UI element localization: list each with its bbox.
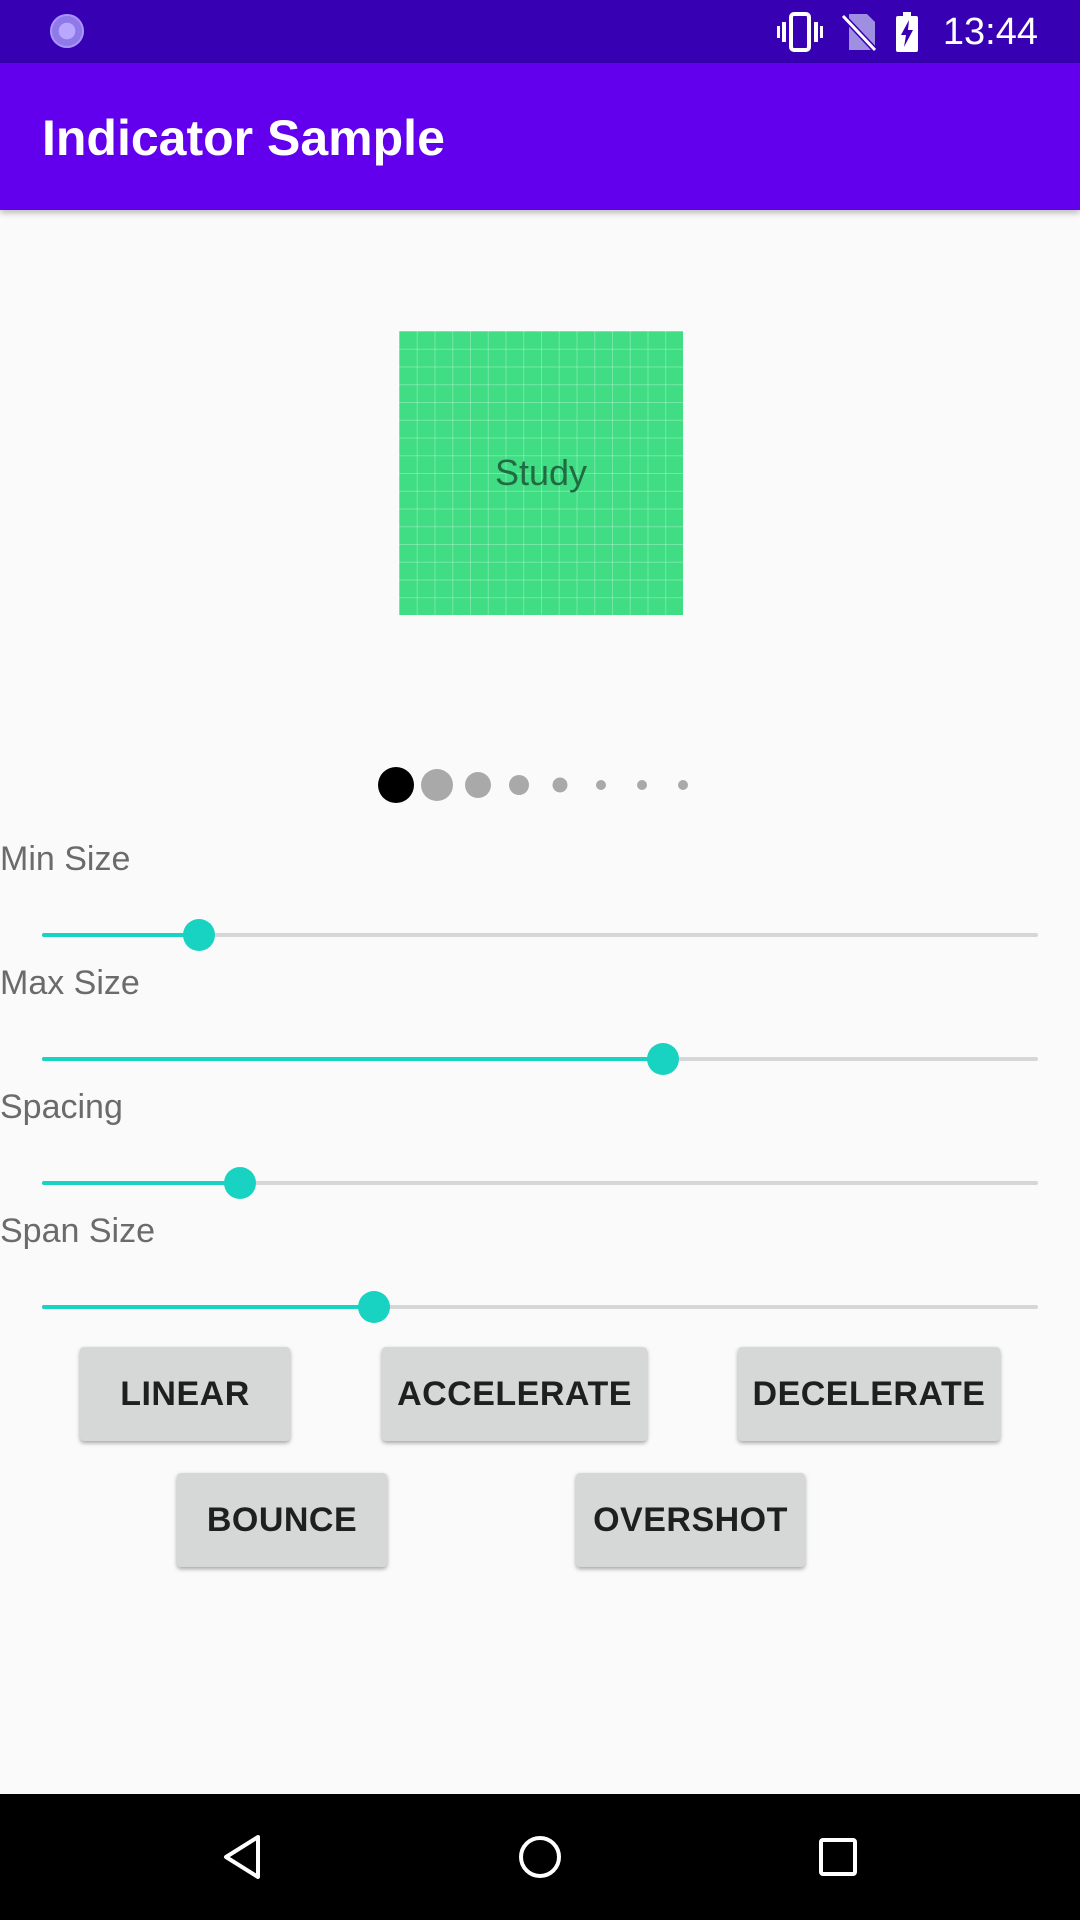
indicator-dot bbox=[678, 780, 688, 790]
status-bar: 13:44 bbox=[0, 0, 1080, 63]
min-size-label: Min Size bbox=[0, 840, 131, 878]
slider-progress bbox=[42, 933, 200, 937]
accelerate-button[interactable]: ACCELERATE bbox=[382, 1347, 647, 1441]
spacing-slider[interactable] bbox=[42, 1158, 1038, 1208]
indicator-dot bbox=[596, 780, 606, 790]
indicator-dot bbox=[552, 777, 568, 793]
spacing-label: Spacing bbox=[0, 1088, 123, 1126]
status-icons: 13:44 bbox=[776, 10, 1038, 54]
back-icon[interactable] bbox=[210, 1825, 274, 1889]
battery-charging-icon bbox=[895, 12, 918, 52]
indicator-dot bbox=[637, 780, 647, 790]
page-indicator bbox=[0, 767, 1080, 803]
slider-progress bbox=[42, 1305, 374, 1309]
slider-progress bbox=[42, 1181, 241, 1185]
slider-progress bbox=[42, 1057, 663, 1061]
max-size-label: Max Size bbox=[0, 964, 140, 1002]
min-size-slider[interactable] bbox=[42, 910, 1038, 960]
max-size-slider[interactable] bbox=[42, 1034, 1038, 1084]
span-size-slider[interactable] bbox=[42, 1282, 1038, 1332]
linear-button[interactable]: LINEAR bbox=[80, 1347, 290, 1441]
bounce-button[interactable]: BOUNCE bbox=[177, 1473, 387, 1567]
decelerate-button[interactable]: DECELERATE bbox=[738, 1347, 1000, 1441]
span-size-label: Span Size bbox=[0, 1212, 155, 1250]
loading-icon bbox=[50, 14, 84, 48]
overshot-button[interactable]: OVERSHOT bbox=[576, 1473, 805, 1567]
indicator-dot bbox=[378, 767, 414, 803]
vibrate-icon bbox=[776, 12, 823, 52]
app-bar: Indicator Sample bbox=[0, 63, 1080, 210]
slider-thumb[interactable] bbox=[224, 1167, 257, 1199]
pager-card-label: Study bbox=[494, 452, 588, 493]
slider-thumb[interactable] bbox=[646, 1043, 679, 1075]
navigation-bar bbox=[0, 1794, 1080, 1920]
home-icon[interactable] bbox=[508, 1825, 572, 1889]
recents-icon[interactable] bbox=[806, 1825, 870, 1889]
slider-thumb[interactable] bbox=[357, 1291, 390, 1323]
pager-card[interactable]: Study bbox=[399, 331, 683, 615]
no-sim-icon bbox=[840, 13, 877, 52]
indicator-dot bbox=[465, 772, 491, 798]
page-title: Indicator Sample bbox=[42, 110, 445, 166]
indicator-dot bbox=[421, 769, 453, 801]
indicator-dot bbox=[509, 775, 529, 795]
slider-thumb[interactable] bbox=[183, 919, 216, 951]
status-time: 13:44 bbox=[942, 11, 1038, 53]
